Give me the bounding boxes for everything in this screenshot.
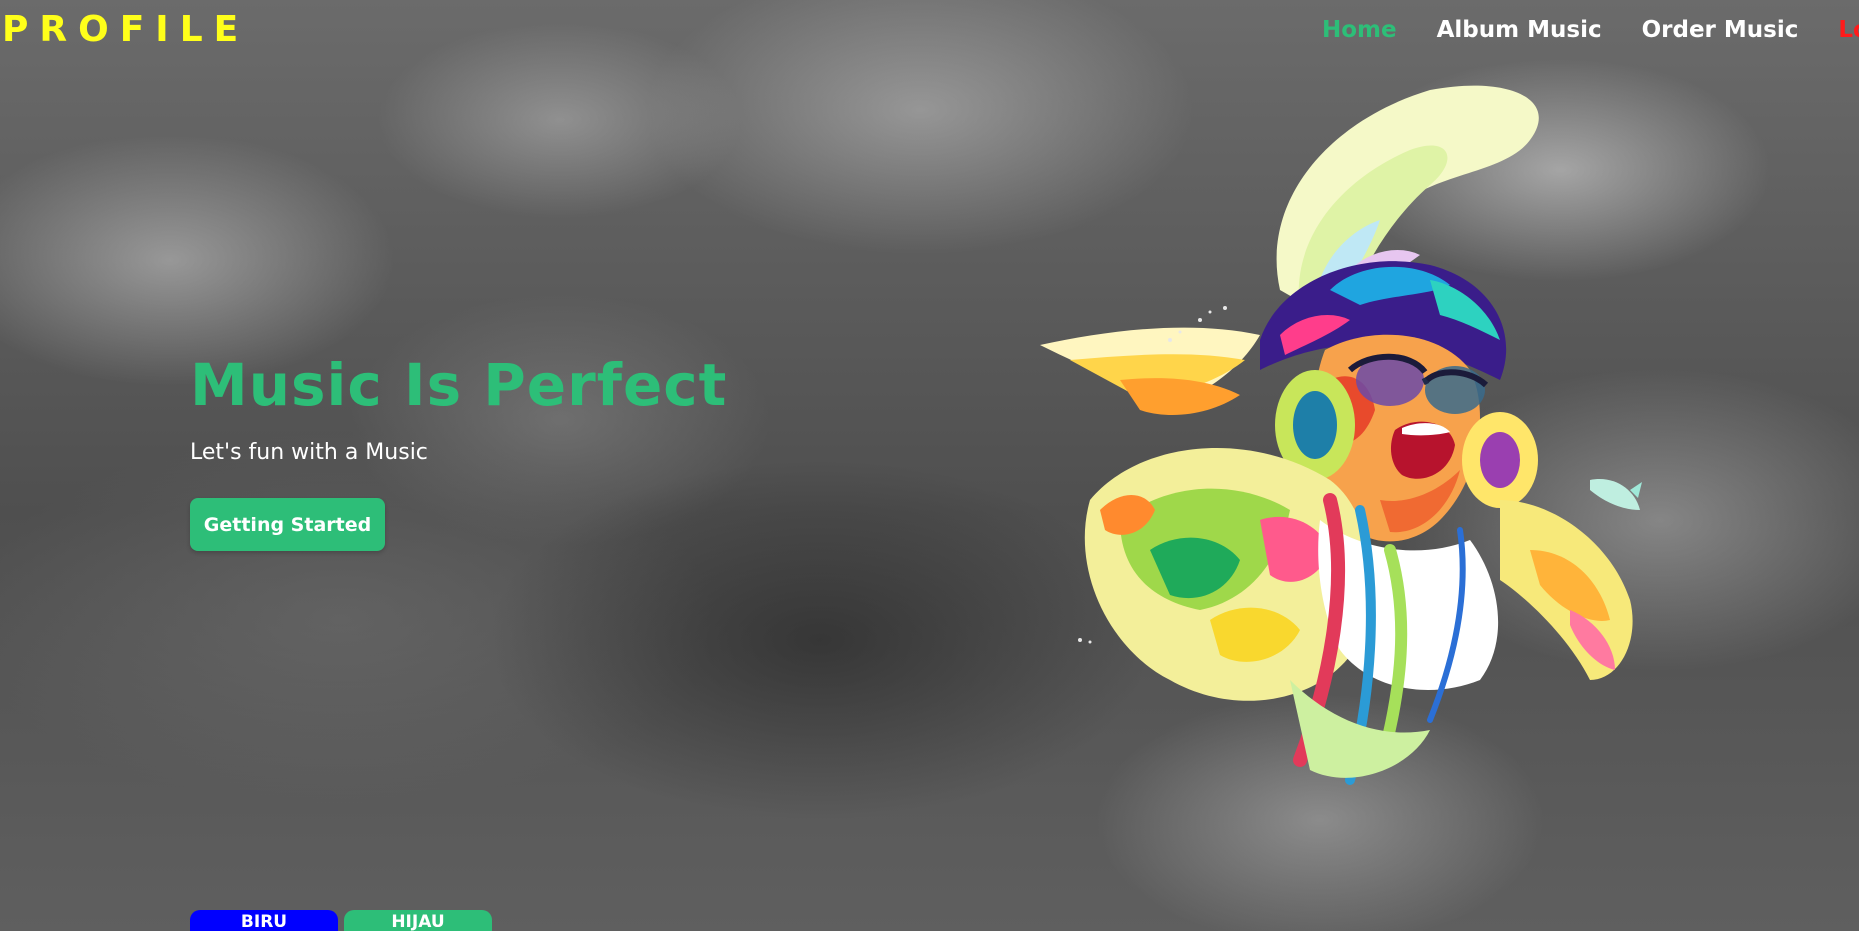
nav-album-music-link[interactable]: Album Music	[1437, 12, 1602, 48]
hero-title: Music Is Perfect	[190, 351, 728, 419]
brand-logo[interactable]: PROFILE	[2, 10, 249, 50]
main-nav: Home Album Music Order Music Logout	[1322, 12, 1859, 48]
colorful-singer-illustration	[1040, 85, 1642, 785]
theme-green-button[interactable]: HIJAU	[344, 910, 492, 931]
theme-blue-button[interactable]: BIRU	[190, 910, 338, 931]
nav-order-music-link[interactable]: Order Music	[1642, 12, 1799, 48]
hero-subtitle: Let's fun with a Music	[190, 440, 428, 465]
theme-buttons: BIRU HIJAU	[190, 910, 492, 931]
getting-started-button[interactable]: Getting Started	[190, 498, 385, 551]
nav-home-link[interactable]: Home	[1322, 12, 1397, 48]
nav-logout-link[interactable]: Logout	[1838, 12, 1859, 48]
hero-text: Music Is Perfect Let's fun with a Music	[190, 350, 727, 468]
